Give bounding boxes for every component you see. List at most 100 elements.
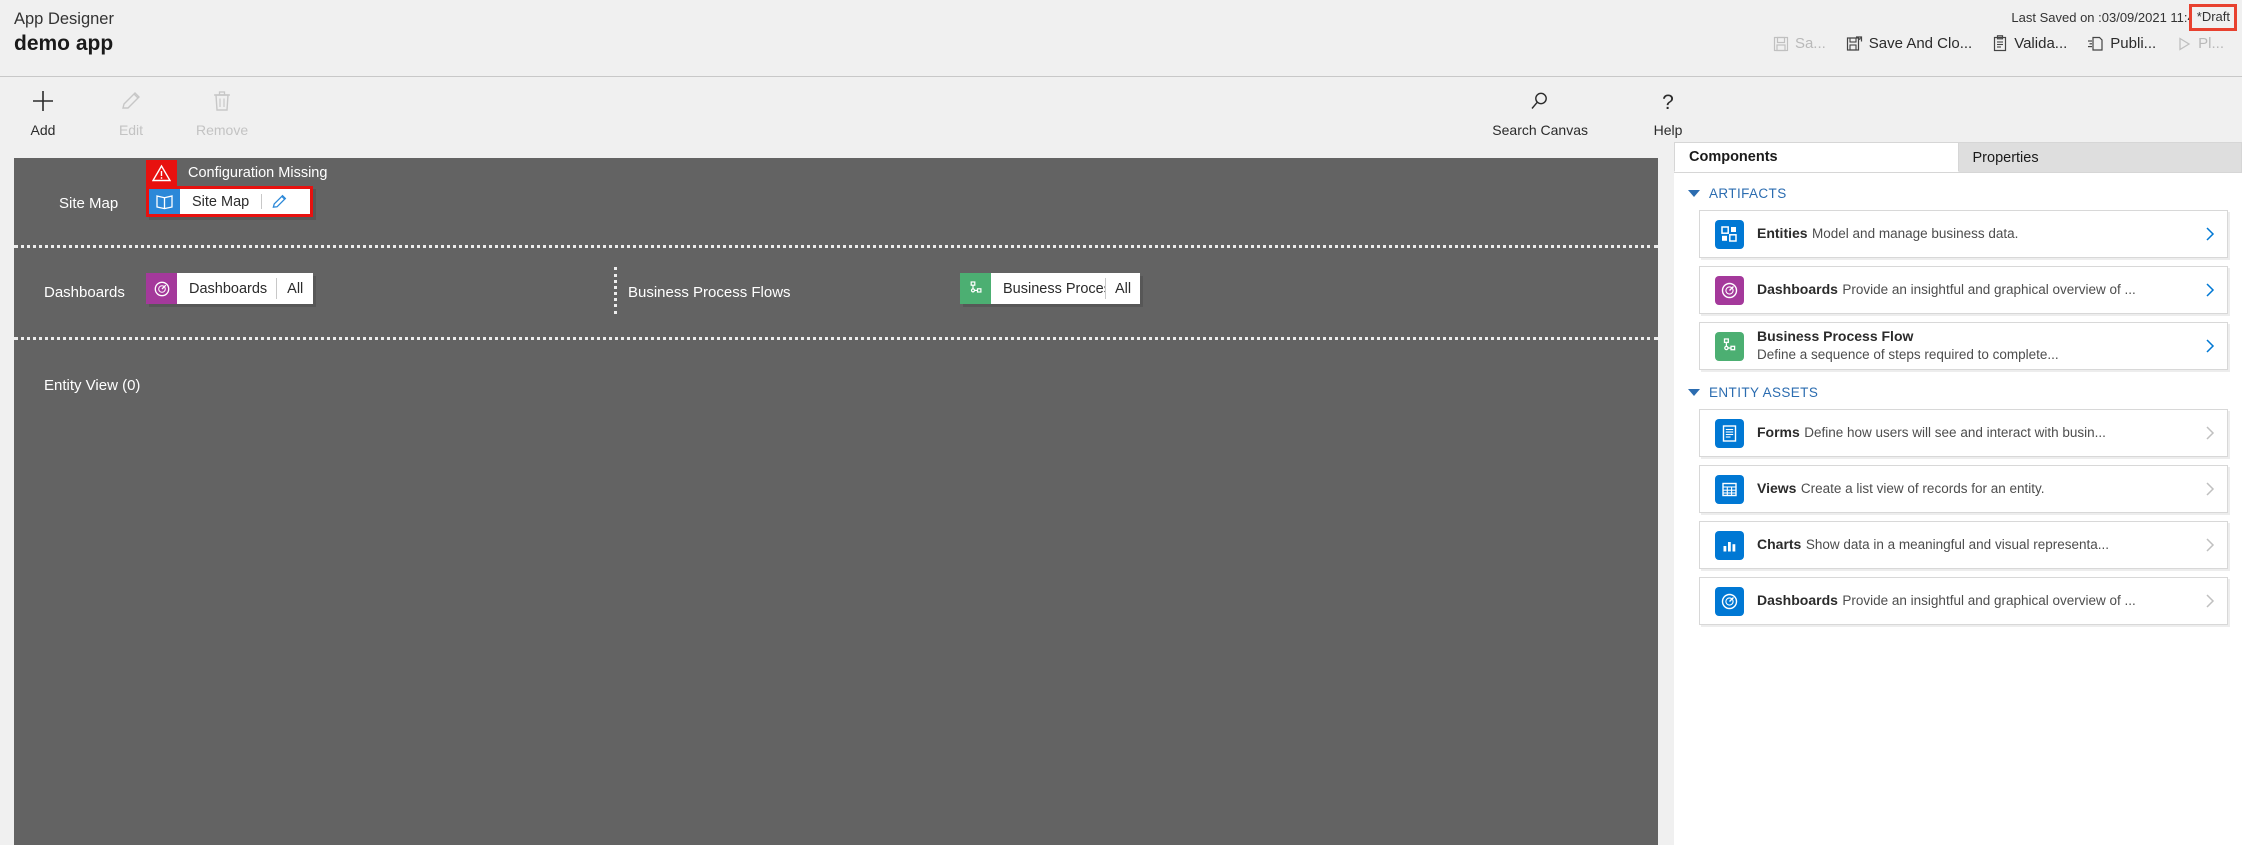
save-button-label: Sa... bbox=[1794, 35, 1826, 52]
component-card-dashboards-artifacts[interactable]: Dashboards Provide an insightful and gra… bbox=[1699, 266, 2228, 314]
trash-icon bbox=[211, 88, 233, 114]
command-bar-right-group: Search Canvas ? Help bbox=[1486, 88, 1697, 138]
app-header: App Designer demo app Last Saved on :03/… bbox=[0, 0, 2242, 76]
dashboard-gauge-icon bbox=[1715, 586, 1744, 616]
edit-button[interactable]: Edit bbox=[102, 88, 160, 138]
card-title: Forms bbox=[1757, 424, 1800, 440]
validate-label: Valida... bbox=[2014, 35, 2068, 52]
sitemap-book-icon bbox=[149, 189, 180, 214]
save-and-close-icon bbox=[1846, 35, 1863, 52]
help-button[interactable]: ? Help bbox=[1639, 88, 1697, 138]
component-card-forms[interactable]: Forms Define how users will see and inte… bbox=[1699, 409, 2228, 457]
panel-body: ARTIFACTS Entities Model and manage busi… bbox=[1674, 172, 2242, 845]
sitemap-component-group[interactable]: Configuration Missing Site Map bbox=[146, 160, 327, 217]
canvas-row-label-entity-view: Entity View (0) bbox=[44, 377, 141, 394]
components-panel: Components Properties ARTIFACTS Entities… bbox=[1674, 142, 2242, 845]
dashboards-tile[interactable]: Dashboards All bbox=[146, 273, 313, 304]
configuration-missing-warning: Configuration Missing bbox=[146, 160, 327, 186]
card-title: Charts bbox=[1757, 536, 1802, 552]
dashboards-tile-scope[interactable]: All bbox=[277, 273, 313, 304]
publish-button[interactable]: Publi... bbox=[2077, 31, 2166, 56]
pencil-icon bbox=[120, 88, 142, 114]
edit-button-label: Edit bbox=[118, 122, 144, 138]
section-header-artifacts[interactable]: ARTIFACTS bbox=[1674, 181, 2242, 206]
save-and-close-button[interactable]: Save And Clo... bbox=[1836, 31, 1982, 56]
canvas-row-label-bpf: Business Process Flows bbox=[628, 284, 791, 301]
card-title: Views bbox=[1757, 480, 1797, 496]
add-button[interactable]: Add bbox=[14, 88, 72, 138]
bpf-tile-label: Business Proces... bbox=[1003, 280, 1105, 297]
canvas-row-entity-view: Entity View (0) bbox=[14, 337, 1658, 409]
add-button-label: Add bbox=[30, 122, 56, 138]
validate-clipboard-icon bbox=[1992, 35, 2008, 52]
sitemap-tile[interactable]: Site Map bbox=[146, 186, 313, 217]
publish-icon bbox=[2087, 35, 2104, 52]
chevron-down-icon bbox=[1688, 190, 1700, 197]
chevron-right-icon[interactable] bbox=[2193, 592, 2227, 610]
page-title: demo app bbox=[14, 32, 114, 55]
canvas-vertical-divider bbox=[614, 267, 617, 314]
card-text: Dashboards Provide an insightful and gra… bbox=[1757, 592, 2193, 610]
save-icon bbox=[1773, 36, 1789, 52]
card-description: Define a sequence of steps required to c… bbox=[1757, 347, 2059, 362]
header-action-bar: Sa... Save And Clo... Valida... Publi... bbox=[1763, 31, 2234, 56]
warning-text: Configuration Missing bbox=[188, 165, 328, 181]
card-title: Business Process Flow bbox=[1757, 328, 1914, 344]
sitemap-tile-label: Site Map bbox=[192, 193, 250, 210]
header-title-block: App Designer demo app bbox=[14, 9, 114, 57]
plus-icon bbox=[31, 88, 55, 114]
card-description: Model and manage business data. bbox=[1812, 226, 2019, 241]
tab-components[interactable]: Components bbox=[1674, 142, 1959, 172]
process-flow-icon bbox=[960, 273, 991, 304]
remove-button-label: Remove bbox=[196, 122, 249, 138]
chevron-right-icon[interactable] bbox=[2193, 480, 2227, 498]
search-canvas-label: Search Canvas bbox=[1492, 122, 1588, 138]
card-title: Entities bbox=[1757, 225, 1808, 241]
app-canvas[interactable]: Site Map Configuration Missing Site Map bbox=[14, 158, 1658, 845]
canvas-row-label-dashboards: Dashboards bbox=[44, 284, 125, 301]
business-process-flow-tile[interactable]: Business Proces... All bbox=[960, 273, 1140, 304]
canvas-row-label-sitemap: Site Map bbox=[59, 195, 119, 212]
chevron-right-icon[interactable] bbox=[2193, 337, 2227, 355]
component-card-entities[interactable]: Entities Model and manage business data. bbox=[1699, 210, 2228, 258]
play-icon bbox=[2176, 36, 2192, 52]
component-card-views[interactable]: Views Create a list view of records for … bbox=[1699, 465, 2228, 513]
component-card-charts[interactable]: Charts Show data in a meaningful and vis… bbox=[1699, 521, 2228, 569]
remove-button[interactable]: Remove bbox=[190, 88, 254, 138]
card-description: Show data in a meaningful and visual rep… bbox=[1805, 537, 2110, 552]
save-button[interactable]: Sa... bbox=[1763, 31, 1836, 56]
search-canvas-button[interactable]: Search Canvas bbox=[1486, 88, 1594, 138]
card-description: Provide an insightful and graphical over… bbox=[1842, 282, 2136, 297]
card-title: Dashboards bbox=[1757, 281, 1838, 297]
play-label: Pl... bbox=[2198, 35, 2224, 52]
app-designer-window: App Designer demo app Last Saved on :03/… bbox=[0, 0, 2242, 845]
search-icon bbox=[1529, 88, 1551, 114]
form-document-icon bbox=[1715, 418, 1744, 448]
section-header-entity-assets[interactable]: ENTITY ASSETS bbox=[1674, 380, 2242, 405]
card-text: Dashboards Provide an insightful and gra… bbox=[1757, 281, 2193, 299]
chevron-right-icon[interactable] bbox=[2193, 424, 2227, 442]
card-description: Provide an insightful and graphical over… bbox=[1842, 593, 2136, 608]
tab-properties[interactable]: Properties bbox=[1958, 142, 2242, 172]
process-flow-icon bbox=[1715, 331, 1744, 361]
question-mark-icon: ? bbox=[1657, 88, 1679, 114]
last-saved-text: Last Saved on :03/09/2021 11:48 bbox=[2011, 10, 2202, 25]
validate-button[interactable]: Valida... bbox=[1982, 31, 2077, 56]
card-text: Business Process Flow Define a sequence … bbox=[1757, 328, 2193, 364]
component-card-business-process-flow[interactable]: Business Process Flow Define a sequence … bbox=[1699, 322, 2228, 370]
chevron-down-icon bbox=[1688, 389, 1700, 396]
entities-grid-icon bbox=[1715, 219, 1744, 249]
play-button[interactable]: Pl... bbox=[2166, 31, 2234, 56]
card-text: Charts Show data in a meaningful and vis… bbox=[1757, 536, 2193, 554]
chevron-right-icon[interactable] bbox=[2193, 281, 2227, 299]
chevron-right-icon[interactable] bbox=[2193, 536, 2227, 554]
component-card-dashboards-entity-assets[interactable]: Dashboards Provide an insightful and gra… bbox=[1699, 577, 2228, 625]
dashboard-gauge-icon bbox=[146, 273, 177, 304]
chevron-right-icon[interactable] bbox=[2193, 225, 2227, 243]
sitemap-edit-button[interactable] bbox=[262, 189, 296, 214]
bpf-tile-scope[interactable]: All bbox=[1106, 273, 1140, 304]
warning-triangle-icon bbox=[146, 160, 177, 186]
panel-tab-strip: Components Properties bbox=[1674, 142, 2242, 172]
card-description: Define how users will see and interact w… bbox=[1804, 425, 2106, 440]
charts-bar-icon bbox=[1715, 530, 1744, 560]
